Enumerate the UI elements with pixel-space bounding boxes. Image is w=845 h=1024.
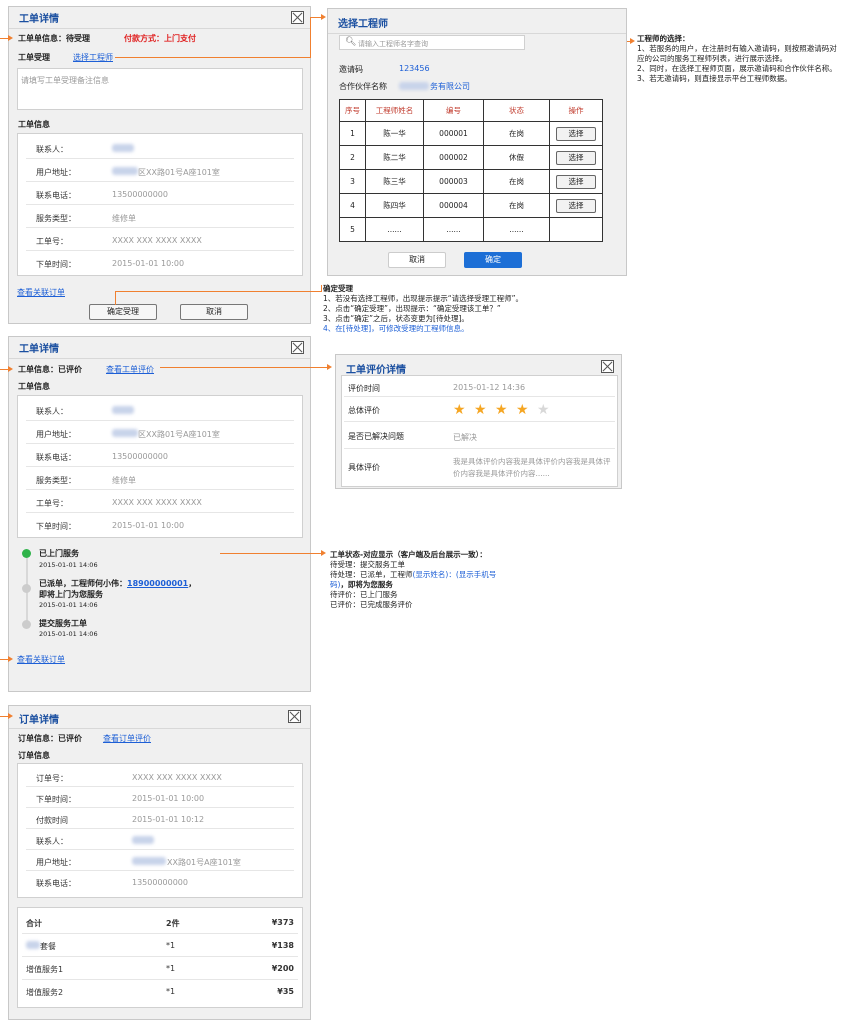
col-op: 操作 [549, 99, 603, 122]
select-engineer-dialog: 选择工程师 🔍︎ 请输入工程师名字查询 邀请码 123456 合作伙伴名称 务有… [327, 8, 627, 276]
invite-code: 123456 [399, 64, 430, 73]
info-row: 用户地址： 区XX路01号A座101室 [26, 160, 294, 182]
cancel-button[interactable]: 取消 [180, 304, 248, 320]
info-row: 服务类型： 维修单 [26, 468, 294, 490]
info-row: 服务类型： 维修单 [26, 206, 294, 228]
info-title: 订单信息 [18, 751, 50, 760]
order-status: 订单信息：已评价 [18, 734, 82, 743]
close-icon[interactable] [291, 341, 304, 354]
order-status: 工单信息：已评价 [18, 365, 82, 374]
list-item: 增值服务1 *1 ¥200 [22, 957, 298, 980]
accept-label: 工单受理 [18, 53, 50, 62]
confirm-note: 确定受理 1、若没有选择工程师，出现提示提示“请选择受理工程师”。 2、点击“确… [323, 284, 524, 333]
invite-label: 邀请码 [339, 65, 363, 74]
order-items-card: 合计 2件 ¥373 套餐 *1 ¥138 增值服务1 *1 ¥200 增值服务… [17, 907, 303, 1008]
info-row: 下单时间： 2015-01-01 10:00 [36, 521, 185, 531]
engineer-phone-link[interactable]: 18900000001 [127, 579, 188, 588]
dialog-cancel-button[interactable]: 取消 [388, 252, 446, 268]
panel-title: 工单详情 [19, 14, 59, 25]
star-icon: ★ [495, 402, 508, 418]
panel-title: 工单详情 [19, 344, 59, 355]
engineer-table: 序号 工程师姓名 编号 状态 操作 1 陈一华 000001 在岗 选择 2 陈二华 000… [339, 99, 603, 242]
status-note: 工单状态-对应显示（客户端及后台展示一致）： 待受理：提交服务工单 待处理：已派… [330, 550, 497, 609]
order-info-card: 订单号： XXXX XXX XXXX XXXX 下单时间： 2015-01-01 1… [17, 763, 303, 898]
select-button[interactable]: 选择 [556, 174, 596, 189]
total-row: 合计 2件 ¥373 [22, 911, 298, 934]
info-row: 用户地址： 区XX路01号A座101室 [26, 422, 294, 444]
dialog-ok-button[interactable]: 确定 [464, 252, 522, 268]
order-status: 工单单信息：待受理 [18, 34, 90, 43]
close-icon[interactable] [288, 710, 301, 723]
list-item: 套餐 *1 ¥138 [22, 934, 298, 957]
view-evaluation-link[interactable]: 查看订单评价 [103, 733, 151, 744]
timeline-dot [22, 584, 31, 593]
remark-placeholder: 请填写工单受理备注信息 [21, 76, 109, 85]
col-id: 编号 [423, 99, 484, 122]
table-row: 2 陈二华 000002 休假 选择 [339, 145, 603, 170]
table-row: 3 陈三华 000003 在岗 选择 [339, 169, 603, 194]
info-card: 联系人： 用户地址： 区XX路01号A座101室 联系电话： 13500000000… [17, 395, 303, 538]
order-detail-panel: 订单详情 订单信息：已评价 查看订单评价 订单信息 订单号： XXXX XXX X… [8, 705, 311, 1020]
work-order-panel-pending: 工单详情 工单单信息：待受理 付款方式：上门支付 工单受理 选择工程师 请填写工… [8, 6, 311, 324]
engineer-search-input[interactable]: 🔍︎ 请输入工程师名字查询 [339, 35, 525, 50]
info-row: 联系人： [26, 137, 294, 159]
info-row: 订单号： XXXX XXX XXXX XXXX [26, 766, 294, 787]
rating-stars: ★ ★ ★ ★ ★ [453, 403, 553, 419]
info-row: 下单时间： 2015-01-01 10:00 [36, 259, 185, 269]
info-title: 工单信息 [18, 382, 50, 391]
related-order-link[interactable]: 查看关联订单 [17, 654, 65, 665]
select-button[interactable]: 选择 [556, 198, 596, 213]
table-row: 4 陈四华 000004 在岗 选择 [339, 193, 603, 218]
list-item: 增值服务2 *1 ¥35 [26, 987, 294, 997]
dialog-title: 工单评价详情 [346, 365, 406, 376]
select-button[interactable]: 选择 [556, 126, 596, 141]
info-row: 付款时间 2015-01-01 10:12 [26, 808, 294, 829]
table-row: 5.................. [339, 217, 603, 242]
info-row: 用户地址： XX路01号A座101室 [26, 850, 294, 871]
select-button[interactable]: 选择 [556, 150, 596, 165]
related-order-link[interactable]: 查看关联订单 [17, 287, 65, 298]
timeline-dot [22, 549, 31, 558]
info-title: 工单信息 [18, 120, 50, 129]
col-no: 序号 [339, 99, 366, 122]
star-icon: ★ [516, 402, 529, 418]
confirm-accept-button[interactable]: 确定受理 [89, 304, 157, 320]
star-icon: ★ [537, 402, 550, 418]
close-icon[interactable] [601, 360, 614, 373]
info-row: 联系人： [26, 399, 294, 421]
timeline: 已上门服务 2015-01-01 14:06 已派单，工程师何小伟：189000… [17, 542, 303, 642]
col-name: 工程师姓名 [365, 99, 424, 122]
evaluation-card: 评价时间 2015-01-12 14:36 总体评价 ★ ★ ★ ★ ★ 是否已解决问题… [341, 375, 618, 487]
star-icon: ★ [453, 402, 466, 418]
choose-engineer-link[interactable]: 选择工程师 [73, 52, 113, 63]
partner-label: 合作伙伴名称 [339, 82, 387, 91]
close-icon[interactable] [291, 11, 304, 24]
view-evaluation-link[interactable]: 查看工单评价 [106, 364, 154, 375]
info-row: 联系电话： 13500000000 [26, 183, 294, 205]
info-row: 下单时间： 2015-01-01 10:00 [26, 787, 294, 808]
partner-value: 务有限公司 [430, 82, 470, 91]
info-card: 联系人： 用户地址： 区XX路01号A座101室 联系电话： 13500000000… [17, 133, 303, 276]
info-row: 联系电话： 13500000000 [36, 878, 188, 888]
search-icon: 🔍︎ [345, 37, 357, 47]
timeline-dot [22, 620, 31, 629]
info-row: 联系电话： 13500000000 [26, 445, 294, 467]
payment-method: 付款方式：上门支付 [124, 34, 196, 43]
info-row: 工单号： XXXX XXX XXXX XXXX [26, 491, 294, 513]
dialog-title: 选择工程师 [338, 19, 388, 30]
info-row: 工单号： XXXX XXX XXXX XXXX [26, 229, 294, 251]
work-order-panel-evaluated: 工单详情 工单信息：已评价 查看工单评价 工单信息 联系人： 用户地址： 区XX路… [8, 336, 311, 692]
remark-textarea[interactable]: 请填写工单受理备注信息 [17, 68, 303, 110]
evaluation-detail-dialog: 工单评价详情 评价时间 2015-01-12 14:36 总体评价 ★ ★ ★ ★ ★ … [335, 354, 622, 489]
col-status: 状态 [483, 99, 550, 122]
engineer-note: 工程师的选择： 1、若服务的用户，在注册时有输入邀请码，则按照邀请码对 应的公司… [637, 34, 837, 83]
table-row: 1 陈一华 000001 在岗 选择 [339, 121, 603, 146]
info-row: 联系人： [26, 829, 294, 850]
panel-title: 订单详情 [19, 715, 59, 726]
star-icon: ★ [474, 402, 487, 418]
